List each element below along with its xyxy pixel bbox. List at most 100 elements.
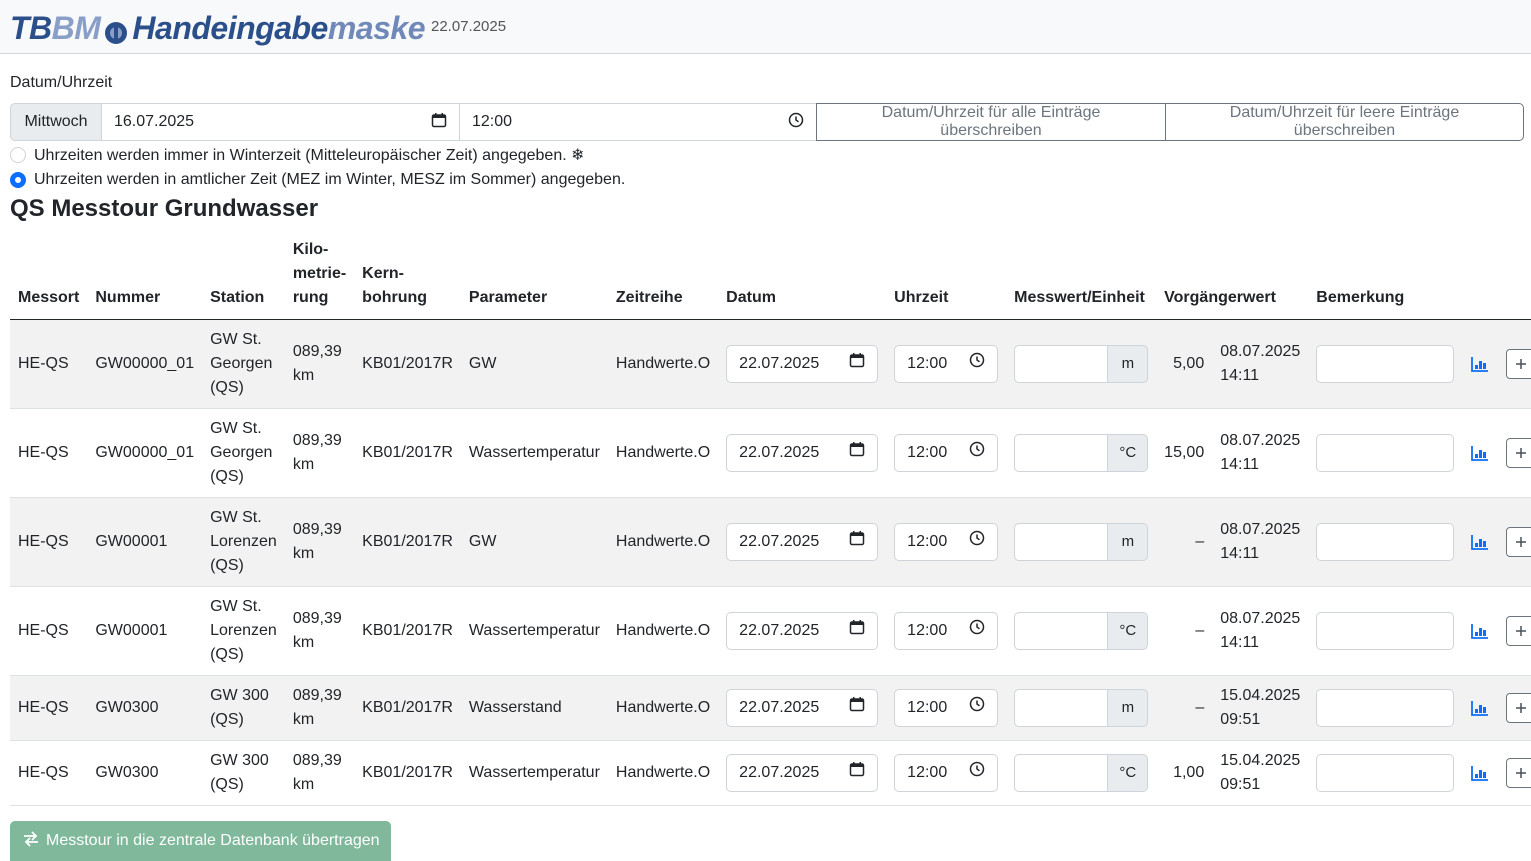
date-input[interactable]: 22.07.2025 <box>726 688 879 727</box>
cell-nummer: GW0300 <box>87 675 203 741</box>
date-input[interactable]: 22.07.2025 <box>726 344 879 383</box>
time-input[interactable]: 12:00 <box>894 344 999 383</box>
time-input[interactable]: 12:00 <box>894 433 999 472</box>
cell-zeitreihe: Handwerte.O <box>607 586 719 676</box>
radio-winter[interactable] <box>10 147 26 163</box>
clock-icon[interactable] <box>969 530 985 554</box>
section-title: QS Messtour Grundwasser <box>10 195 319 222</box>
station-line1: GW St. <box>210 508 262 526</box>
vorgaenger-uhrzeit: 09:51 <box>1220 710 1261 728</box>
messwert-input[interactable] <box>1014 344 1109 383</box>
cell-km: 089,39 km <box>284 319 355 409</box>
cell-station: GW St. Georgen (QS) <box>202 408 285 498</box>
cell-vorgaenger-zeit: 15.04.2025 09:51 <box>1212 675 1309 741</box>
chart-icon[interactable] <box>1470 354 1490 374</box>
cell-add <box>1498 586 1531 676</box>
calendar-icon[interactable] <box>849 352 865 376</box>
km-unit: km <box>292 544 315 562</box>
calendar-icon[interactable] <box>431 112 447 133</box>
overwrite-empty-button[interactable]: Datum/Uhrzeit für leere Einträge übersch… <box>1165 103 1524 141</box>
bemerkung-input[interactable] <box>1316 753 1455 792</box>
vorgaenger-uhrzeit: 14:11 <box>1220 366 1260 384</box>
unit-addon: °C <box>1108 433 1149 472</box>
time-input[interactable]: 12:00 <box>894 522 999 561</box>
col-kilometrierung: Kilo-metrie-rung <box>284 236 355 320</box>
time-input[interactable]: 12:00 <box>894 611 999 650</box>
bemerkung-input[interactable] <box>1316 433 1455 472</box>
top-bar: TB BM Handeingabe maske 22.07.2025 <box>0 0 1531 54</box>
logo-part-tb: TB <box>10 9 52 46</box>
cell-parameter: Wassertemperatur <box>460 740 608 806</box>
cell-uhrzeit: 12:00 <box>886 740 1007 806</box>
add-button[interactable] <box>1506 757 1531 788</box>
cell-add <box>1498 675 1531 741</box>
clock-icon[interactable] <box>788 112 804 133</box>
clock-icon[interactable] <box>969 619 985 643</box>
add-button[interactable] <box>1506 615 1531 646</box>
calendar-icon[interactable] <box>849 696 865 720</box>
cell-vorgaenger-wert: – <box>1156 675 1213 741</box>
add-button[interactable] <box>1506 437 1531 468</box>
chart-icon[interactable] <box>1470 532 1490 552</box>
bemerkung-input[interactable] <box>1316 611 1455 650</box>
time-input[interactable]: 12:00 <box>894 753 999 792</box>
bemerkung-input[interactable] <box>1316 344 1455 383</box>
cell-zeitreihe: Handwerte.O <box>607 497 719 587</box>
timezone-option-winter[interactable]: Uhrzeiten werden immer in Winterzeit (Mi… <box>10 145 585 165</box>
chart-icon[interactable] <box>1470 698 1490 718</box>
calendar-icon[interactable] <box>849 530 865 554</box>
vorgaenger-datum: 15.04.2025 <box>1220 751 1301 769</box>
clock-icon[interactable] <box>969 761 985 785</box>
bemerkung-input[interactable] <box>1316 688 1455 727</box>
submit-tour-button[interactable]: Messtour in die zentrale Datenbank übert… <box>10 821 391 861</box>
col-km-line1: Kilo- <box>292 240 329 258</box>
bemerkung-input[interactable] <box>1316 522 1455 561</box>
col-uhrzeit: Uhrzeit <box>886 236 1007 320</box>
vorgaenger-uhrzeit: 09:51 <box>1220 775 1261 793</box>
cell-messwert: °C <box>1006 740 1157 806</box>
cell-vorgaenger-zeit: 08.07.2025 14:11 <box>1212 319 1309 409</box>
messwert-input[interactable] <box>1014 433 1109 472</box>
app-logo[interactable]: TB BM Handeingabe maske <box>10 8 425 48</box>
messwert-input[interactable] <box>1014 688 1109 727</box>
chart-icon[interactable] <box>1470 621 1490 641</box>
add-button[interactable] <box>1506 692 1531 723</box>
radio-official[interactable] <box>10 172 26 188</box>
calendar-icon[interactable] <box>849 619 865 643</box>
clock-icon[interactable] <box>969 441 985 465</box>
station-line1: GW 300 <box>210 686 269 704</box>
chart-icon[interactable] <box>1470 763 1490 783</box>
time-input[interactable]: 12:00 <box>894 688 999 727</box>
col-datum: Datum <box>718 236 887 320</box>
add-button[interactable] <box>1506 348 1531 379</box>
clock-icon[interactable] <box>969 352 985 376</box>
add-button[interactable] <box>1506 526 1531 557</box>
date-input[interactable]: 22.07.2025 <box>726 433 879 472</box>
cell-km: 089,39 km <box>284 675 355 741</box>
date-input[interactable]: 22.07.2025 <box>726 753 879 792</box>
unit-addon: m <box>1108 344 1149 383</box>
calendar-icon[interactable] <box>849 761 865 785</box>
global-time-input[interactable]: 12:00 <box>460 103 817 141</box>
table-row: HE-QS GW00001 GW St. Lorenzen (QS) 089,39 k… <box>10 586 1531 676</box>
messwert-input[interactable] <box>1014 522 1109 561</box>
date-input[interactable]: 22.07.2025 <box>726 611 879 650</box>
clock-icon[interactable] <box>969 696 985 720</box>
messwert-input[interactable] <box>1014 611 1109 650</box>
overwrite-all-button[interactable]: Datum/Uhrzeit für alle Einträge überschr… <box>816 103 1166 141</box>
chart-icon[interactable] <box>1470 443 1490 463</box>
cell-parameter: Wassertemperatur <box>460 408 608 498</box>
calendar-icon[interactable] <box>849 441 865 465</box>
messwert-input[interactable] <box>1014 753 1109 792</box>
timezone-option-official[interactable]: Uhrzeiten werden in amtlicher Zeit (MEZ … <box>10 171 625 189</box>
cell-zeitreihe: Handwerte.O <box>607 675 719 741</box>
station-line1: GW St. <box>210 597 262 615</box>
date-value: 22.07.2025 <box>739 532 820 550</box>
station-line2: Georgen <box>210 443 273 461</box>
cell-km: 089,39 km <box>284 586 355 676</box>
km-value: 089,39 <box>292 520 342 538</box>
date-input[interactable]: 22.07.2025 <box>726 522 879 561</box>
global-date-input[interactable]: 16.07.2025 <box>102 103 460 141</box>
col-km-line3: rung <box>292 288 329 306</box>
vorgaenger-datum: 08.07.2025 <box>1220 431 1301 449</box>
